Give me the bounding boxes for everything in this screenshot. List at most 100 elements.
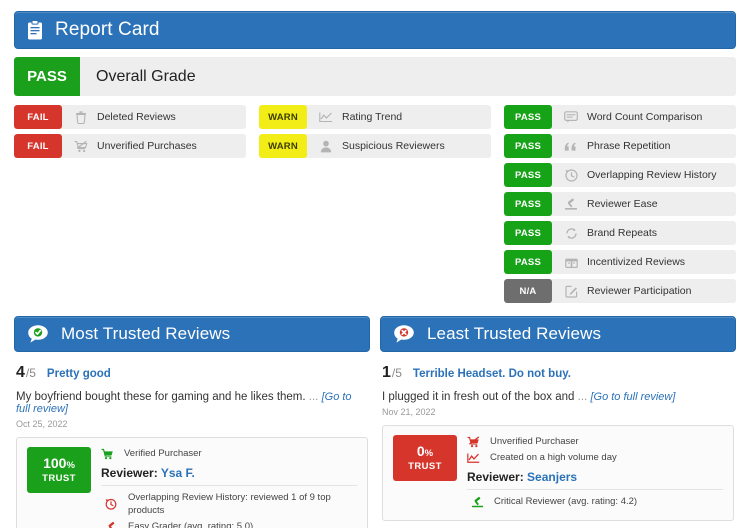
trash-icon — [70, 105, 92, 129]
check-row[interactable]: PASS Phrase Repetition — [504, 134, 736, 158]
gavel-icon — [560, 192, 582, 216]
edit-square-icon — [560, 279, 582, 303]
check-status-badge: PASS — [504, 163, 552, 187]
checks-column-right: PASS Word Count Comparison PASS Phrase R… — [504, 105, 736, 308]
report-card-page: Report Card PASS Overall Grade FAIL Dele… — [0, 0, 750, 528]
reviewer-name-link[interactable]: Ysa F. — [161, 466, 195, 480]
check-status-badge: N/A — [504, 279, 552, 303]
check-label: Incentivized Reviews — [587, 256, 686, 268]
flag-text: Verified Purchaser — [124, 448, 202, 459]
clock-history-icon — [560, 163, 582, 187]
line-chart-icon — [467, 452, 485, 464]
review-title-link[interactable]: Terrible Headset. Do not buy. — [413, 368, 571, 380]
check-label: Reviewer Participation — [587, 285, 692, 297]
most-trusted-body: 4 /5 Pretty good My boyfriend bought the… — [14, 352, 370, 528]
gavel-icon — [105, 521, 123, 528]
most-trusted-reviews-panel: Most Trusted Reviews 4 /5 Pretty good My… — [14, 316, 370, 528]
comment-x-icon — [393, 324, 415, 344]
flag-text: Overlapping Review History: reviewed 1 o… — [128, 492, 331, 516]
reviewer-line: Reviewer: Seanjers — [467, 467, 723, 490]
trust-percent-sign: % — [66, 459, 75, 471]
gift-icon — [560, 250, 582, 274]
go-to-full-review-link[interactable]: [Go to full review] — [590, 391, 675, 403]
trust-card: 0% TRUST Unverified Purchaser Created on… — [382, 425, 734, 521]
trust-percent-value: 0 — [416, 442, 425, 459]
check-row[interactable]: WARN Suspicious Reviewers — [259, 134, 491, 158]
review-snippet-ellipsis: ... — [308, 391, 319, 403]
check-status-badge: PASS — [504, 250, 552, 274]
trust-score-badge: 100% TRUST — [27, 447, 91, 493]
check-row[interactable]: WARN Rating Trend — [259, 105, 491, 129]
report-card-header: Report Card — [14, 11, 736, 49]
clipboard-icon — [27, 20, 43, 40]
rating-value: 4 — [16, 364, 25, 381]
check-label: Deleted Reviews — [97, 111, 176, 123]
check-label: Reviewer Ease — [587, 198, 658, 210]
check-status-badge: WARN — [259, 134, 307, 158]
cart-crossed-icon — [70, 134, 92, 158]
flag-row: Verified Purchaser — [101, 447, 357, 460]
check-row[interactable]: FAIL Deleted Reviews — [14, 105, 246, 129]
check-status-badge: PASS — [504, 105, 552, 129]
quote-icon — [560, 134, 582, 158]
rating-denominator: /5 — [25, 366, 36, 380]
trust-details: Unverified Purchaser Created on a high v… — [467, 435, 723, 511]
reviewer-label: Reviewer: — [101, 466, 158, 480]
comment-icon — [560, 105, 582, 129]
flag-text: Created on a high volume day — [490, 452, 617, 463]
least-trusted-header: Least Trusted Reviews — [380, 316, 736, 352]
check-label: Unverified Purchases — [97, 140, 197, 152]
review-title-link[interactable]: Pretty good — [47, 368, 111, 380]
review-snippet-text: I plugged it in fresh out of the box and — [382, 391, 575, 403]
review-snippet-text: My boyfriend bought these for gaming and… — [16, 391, 306, 403]
clock-history-icon — [105, 498, 123, 510]
trust-word: TRUST — [42, 473, 76, 485]
check-label: Suspicious Reviewers — [342, 140, 445, 152]
check-row[interactable]: PASS Brand Repeats — [504, 221, 736, 245]
flag-text: Unverified Purchaser — [490, 436, 579, 447]
page-title: Report Card — [55, 19, 160, 40]
line-chart-icon — [315, 105, 337, 129]
least-trusted-body: 1 /5 Terrible Headset. Do not buy. I plu… — [380, 352, 736, 521]
comment-check-icon — [27, 324, 49, 344]
reviewer-name-link[interactable]: Seanjers — [527, 470, 577, 484]
check-status-badge: WARN — [259, 105, 307, 129]
review-snippet: My boyfriend bought these for gaming and… — [16, 391, 368, 415]
rating-value: 1 — [382, 364, 391, 381]
flag-row: Easy Grader (avg. rating: 5.0) — [105, 520, 357, 528]
trust-percent: 100% — [43, 454, 75, 471]
rating-line: 1 /5 Terrible Headset. Do not buy. — [382, 364, 734, 382]
check-label: Rating Trend — [342, 111, 403, 123]
check-row[interactable]: PASS Incentivized Reviews — [504, 250, 736, 274]
least-trusted-title: Least Trusted Reviews — [427, 324, 602, 343]
most-trusted-title: Most Trusted Reviews — [61, 324, 231, 343]
trust-percent: 0% — [416, 442, 433, 459]
most-trusted-header: Most Trusted Reviews — [14, 316, 370, 352]
review-date: Nov 21, 2022 — [382, 407, 436, 417]
overall-grade-row: PASS Overall Grade — [14, 57, 736, 96]
check-row[interactable]: PASS Reviewer Ease — [504, 192, 736, 216]
rating-line: 4 /5 Pretty good — [16, 364, 368, 382]
check-row[interactable]: PASS Overlapping Review History — [504, 163, 736, 187]
review-date: Oct 25, 2022 — [16, 419, 68, 429]
least-trusted-reviews-panel: Least Trusted Reviews 1 /5 Terrible Head… — [380, 316, 736, 521]
check-label: Word Count Comparison — [587, 111, 703, 123]
flag-text: Easy Grader (avg. rating: 5.0) — [128, 521, 254, 528]
check-status-badge: FAIL — [14, 134, 62, 158]
flag-row: Critical Reviewer (avg. rating: 4.2) — [471, 495, 723, 508]
overall-grade-label: Overall Grade — [96, 67, 196, 85]
trust-details: Verified Purchaser Reviewer: Ysa F. Over… — [101, 447, 357, 528]
refresh-icon — [560, 221, 582, 245]
review-snippet-ellipsis: ... — [577, 391, 588, 403]
trust-score-badge: 0% TRUST — [393, 435, 457, 481]
check-row[interactable]: FAIL Unverified Purchases — [14, 134, 246, 158]
reviewer-notes: Critical Reviewer (avg. rating: 4.2) — [467, 495, 723, 508]
check-row[interactable]: PASS Word Count Comparison — [504, 105, 736, 129]
flag-row: Created on a high volume day — [467, 451, 723, 464]
checks-column-left: FAIL Deleted Reviews FAIL Unverified Pur… — [14, 105, 246, 163]
cart-icon — [101, 448, 119, 460]
rating-denominator: /5 — [391, 366, 402, 380]
check-row[interactable]: N/A Reviewer Participation — [504, 279, 736, 303]
trust-percent-value: 100 — [43, 454, 67, 471]
check-status-badge: PASS — [504, 134, 552, 158]
